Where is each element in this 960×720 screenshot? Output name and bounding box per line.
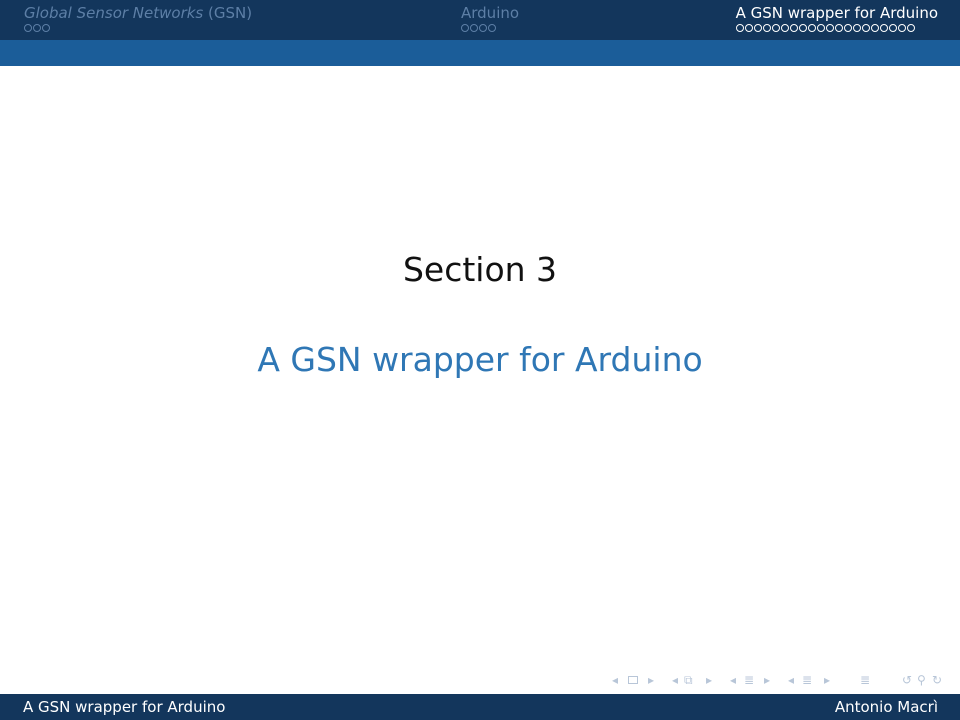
next-section-arrow-icon[interactable]: ▸: [764, 672, 770, 688]
frame-dot-icon[interactable]: [488, 24, 496, 32]
nav-section-wrapper[interactable]: A GSN wrapper for Arduino: [735, 4, 938, 36]
frame-dot-icon[interactable]: [834, 24, 843, 32]
frame-dot-icon[interactable]: [771, 24, 780, 32]
frame-dot-icon[interactable]: [789, 24, 798, 32]
nav-section-gsn[interactable]: Global Sensor Networks (GSN): [24, 4, 252, 36]
nav-section-arduino-label: Arduino: [461, 4, 520, 22]
document-icon[interactable]: ≣: [802, 672, 812, 688]
frame-dot-icon[interactable]: [762, 24, 771, 32]
frame-dot-icon[interactable]: [879, 24, 888, 32]
frame-dot-icon[interactable]: [461, 24, 469, 32]
next-frame-arrow-icon[interactable]: ▸: [648, 672, 654, 688]
search-icon[interactable]: ⚲: [917, 672, 926, 688]
redo-icon[interactable]: ↻: [932, 672, 942, 688]
nav-section-arduino[interactable]: Arduino: [461, 4, 519, 36]
prev-section-arrow-icon[interactable]: ◂: [730, 672, 736, 688]
footer-author: Antonio Macrì: [834, 698, 938, 716]
frame-dot-icon[interactable]: [744, 24, 753, 32]
frame-dot-icon[interactable]: [479, 24, 487, 32]
next-document-arrow-icon[interactable]: ▸: [824, 672, 830, 688]
prev-frame-arrow-icon[interactable]: ◂: [612, 672, 618, 688]
nav-section-wrapper-dots: [735, 24, 938, 36]
undo-icon[interactable]: ↺: [902, 672, 912, 688]
nav-section-wrapper-label: A GSN wrapper for Arduino: [735, 4, 938, 22]
prev-subsection-arrow-icon[interactable]: ◂: [672, 672, 678, 688]
navigation-symbols: ◂ ▸ ◂ ⧉ ▸ ◂ ≣ ▸ ◂ ≣ ▸ ≣ ↺ ⚲ ↻: [612, 672, 952, 688]
section-title: A GSN wrapper for Arduino: [257, 340, 703, 379]
frame-dot-icon[interactable]: [753, 24, 762, 32]
frame-dot-icon[interactable]: [897, 24, 906, 32]
nav-section-gsn-label: Global Sensor Networks (GSN): [24, 4, 253, 22]
frame-dot-icon[interactable]: [780, 24, 789, 32]
frame-dot-icon[interactable]: [870, 24, 879, 32]
frame-dot-icon[interactable]: [24, 24, 32, 32]
frame-dot-icon[interactable]: [42, 24, 50, 32]
footline-bar: A GSN wrapper for Arduino Antonio Macrì: [0, 694, 960, 720]
frame-dot-icon[interactable]: [33, 24, 41, 32]
footer-title: A GSN wrapper for Arduino: [23, 698, 226, 716]
frame-dot-icon[interactable]: [816, 24, 825, 32]
frame-dot-icon[interactable]: [798, 24, 807, 32]
nav-section-arduino-dots: [461, 24, 519, 36]
next-subsection-arrow-icon[interactable]: ▸: [706, 672, 712, 688]
section-icon[interactable]: ≣: [744, 672, 754, 688]
frame-dot-icon[interactable]: [906, 24, 915, 32]
subsection-band: [0, 40, 960, 66]
frame-dot-icon[interactable]: [825, 24, 834, 32]
frame-dot-icon[interactable]: [807, 24, 816, 32]
frame-dot-icon[interactable]: [852, 24, 861, 32]
frame-dot-icon[interactable]: [888, 24, 897, 32]
frame-dot-icon[interactable]: [861, 24, 870, 32]
frame-dot-icon[interactable]: [735, 24, 744, 32]
prev-document-arrow-icon[interactable]: ◂: [788, 672, 794, 688]
frame-dot-icon[interactable]: [843, 24, 852, 32]
nav-section-gsn-dots: [24, 24, 252, 36]
appendix-icon[interactable]: ≣: [860, 672, 870, 688]
frame-box-icon: [628, 676, 638, 684]
headline-bar: Global Sensor Networks (GSN) Arduino A G…: [0, 0, 960, 40]
subsection-icon[interactable]: ⧉: [684, 672, 693, 688]
frame-dot-icon[interactable]: [470, 24, 478, 32]
section-label: Section 3: [402, 250, 558, 289]
